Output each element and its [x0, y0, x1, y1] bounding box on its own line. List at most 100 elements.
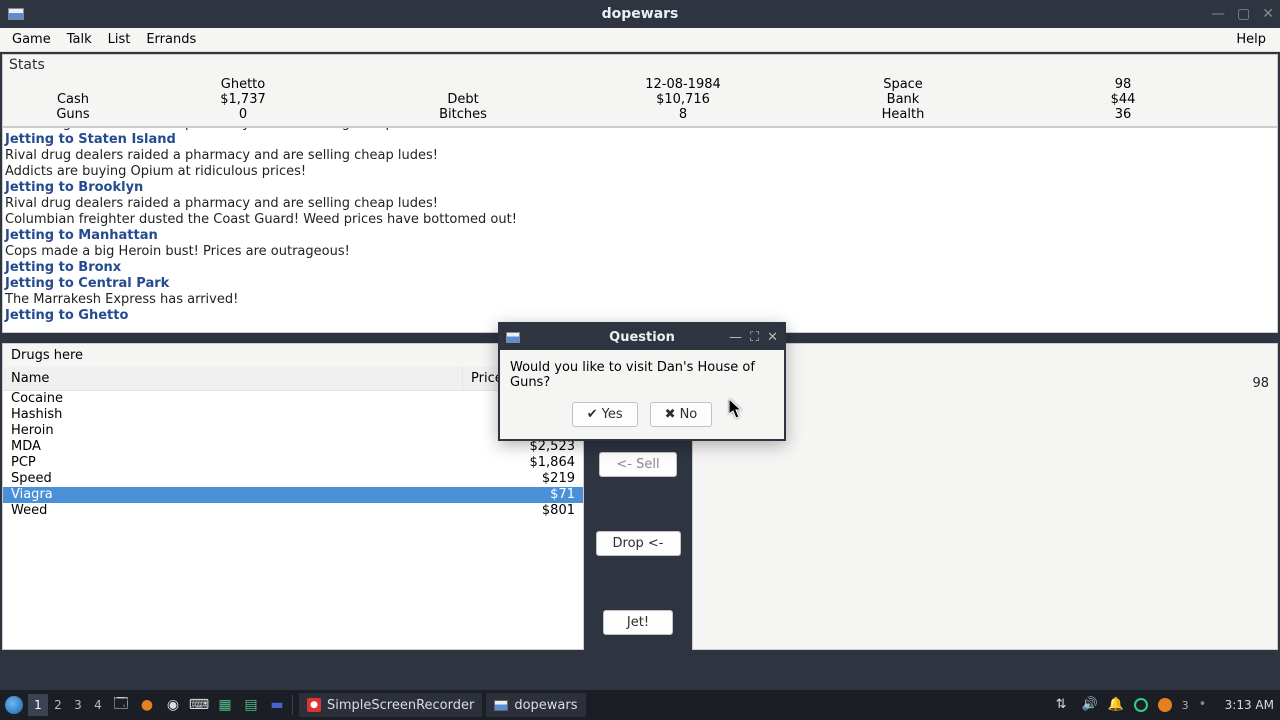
- stats-space: 98: [1023, 77, 1223, 92]
- menu-game[interactable]: Game: [4, 29, 59, 50]
- cell-name: Heroin: [11, 423, 515, 439]
- sell-button[interactable]: <- Sell: [599, 452, 676, 477]
- cell-name: MDA: [11, 439, 515, 455]
- dialog-minimize-icon[interactable]: —: [729, 330, 742, 345]
- status-orange-icon[interactable]: [1158, 698, 1172, 712]
- table-row[interactable]: MDA$2,523: [3, 439, 583, 455]
- yes-button[interactable]: ✔ Yes: [572, 402, 638, 427]
- cell-price: $71: [515, 487, 575, 503]
- taskbar-files-icon[interactable]: 🗔: [108, 692, 134, 718]
- stats-date: 12-08-1984: [583, 77, 783, 92]
- cell-name: Speed: [11, 471, 515, 487]
- cell-price: $1,864: [515, 455, 575, 471]
- check-icon: ✔: [587, 407, 598, 422]
- stats-cash-label: Cash: [3, 92, 143, 107]
- window-title: dopewars: [602, 6, 679, 22]
- stats-debt: $10,716: [583, 92, 783, 107]
- status-green-icon[interactable]: [1134, 698, 1148, 712]
- window-icon: [8, 8, 24, 20]
- cell-name: Weed: [11, 503, 515, 519]
- event-log[interactable]: Rival drug dealers raided a pharmacy and…: [2, 127, 1278, 333]
- menu-help[interactable]: Help: [1228, 29, 1274, 50]
- col-name[interactable]: Name: [3, 367, 463, 390]
- jet-button[interactable]: Jet!: [603, 610, 673, 635]
- workspace-4[interactable]: 4: [88, 694, 108, 716]
- close-icon[interactable]: ✕: [1262, 6, 1274, 22]
- table-row[interactable]: Speed$219: [3, 471, 583, 487]
- workspace-1[interactable]: 1: [28, 694, 48, 716]
- stats-bank: $44: [1023, 92, 1223, 107]
- stats-health: 36: [1023, 107, 1223, 122]
- cell-name: Cocaine: [11, 391, 515, 407]
- stats-debt-label: Debt: [343, 92, 583, 107]
- taskbar-firefox-icon[interactable]: ●: [134, 692, 160, 718]
- dialog-close-icon[interactable]: ✕: [767, 330, 778, 345]
- log-line: The Marrakesh Express has arrived!: [5, 292, 1275, 308]
- start-button[interactable]: [0, 691, 28, 719]
- log-line: Jetting to Staten Island: [5, 132, 1275, 148]
- no-button[interactable]: ✖ No: [650, 402, 713, 427]
- inventory-count: 98: [1252, 376, 1269, 391]
- table-row[interactable]: Viagra$71: [3, 487, 583, 503]
- stats-title: Stats: [3, 55, 1277, 75]
- menu-errands[interactable]: Errands: [138, 29, 204, 50]
- cell-price: $801: [515, 503, 575, 519]
- stats-bitches: 8: [583, 107, 783, 122]
- taskbar-app1-icon[interactable]: ▦: [212, 692, 238, 718]
- log-line: Addicts are buying Opium at ridiculous p…: [5, 164, 1275, 180]
- notifications-icon[interactable]: [1108, 697, 1124, 713]
- stats-guns-label: Guns: [3, 107, 143, 122]
- workspace-2[interactable]: 2: [48, 694, 68, 716]
- table-row[interactable]: Heroin$8,692: [3, 423, 583, 439]
- window-controls: — ▢ ✕: [1211, 6, 1274, 22]
- task-dopewars[interactable]: dopewars: [486, 693, 585, 717]
- menubar: Game Talk List Errands Help: [0, 28, 1280, 52]
- table-row[interactable]: Weed$801: [3, 503, 583, 519]
- log-line: Columbian freighter dusted the Coast Gua…: [5, 212, 1275, 228]
- dopewars-task-icon: [494, 700, 508, 711]
- clock[interactable]: 3:13 AM: [1225, 698, 1274, 712]
- dialog-maximize-icon[interactable]: ⛶: [750, 330, 759, 345]
- log-line: Jetting to Manhattan: [5, 228, 1275, 244]
- log-line: Jetting to Brooklyn: [5, 180, 1275, 196]
- menu-list[interactable]: List: [100, 29, 139, 50]
- recorder-icon: ●: [307, 698, 321, 712]
- workspace-3[interactable]: 3: [68, 694, 88, 716]
- yes-label: Yes: [602, 407, 623, 422]
- task-dopewars-label: dopewars: [514, 698, 577, 713]
- dialog-text: Would you like to visit Dan's House of G…: [510, 360, 774, 390]
- tray-number: 3: [1182, 699, 1189, 712]
- taskbar-terminal-icon[interactable]: ⌨: [186, 692, 212, 718]
- task-recorder-label: SimpleScreenRecorder: [327, 698, 474, 713]
- question-dialog: Question — ⛶ ✕ Would you like to visit D…: [498, 322, 786, 441]
- table-row[interactable]: Hashish$209: [3, 407, 583, 423]
- taskbar-app2-icon[interactable]: ▤: [238, 692, 264, 718]
- dialog-icon: [506, 332, 520, 343]
- drugs-table[interactable]: Name Price CocaineHashish$209Heroin$8,69…: [3, 367, 583, 649]
- volume-icon[interactable]: [1082, 697, 1098, 713]
- table-row[interactable]: Cocaine: [3, 391, 583, 407]
- minimize-icon[interactable]: —: [1211, 6, 1225, 22]
- log-line: Jetting to Bronx: [5, 260, 1275, 276]
- no-label: No: [680, 407, 698, 422]
- more-icon[interactable]: [1199, 697, 1215, 713]
- dialog-titlebar[interactable]: Question — ⛶ ✕: [500, 324, 784, 350]
- taskbar-chrome-icon[interactable]: ◉: [160, 692, 186, 718]
- network-icon[interactable]: [1056, 697, 1072, 713]
- log-line: Cops made a big Heroin bust! Prices are …: [5, 244, 1275, 260]
- system-tray: 3 3:13 AM: [1056, 697, 1274, 713]
- table-header: Name Price: [3, 367, 583, 391]
- stats-space-label: Space: [783, 77, 1023, 92]
- window-titlebar: dopewars — ▢ ✕: [0, 0, 1280, 28]
- dialog-title: Question: [609, 330, 675, 345]
- stats-panel: Stats Ghetto 12-08-1984 Space 98 Cash $1…: [2, 54, 1278, 127]
- menu-talk[interactable]: Talk: [59, 29, 100, 50]
- maximize-icon[interactable]: ▢: [1237, 6, 1250, 22]
- stats-health-label: Health: [783, 107, 1023, 122]
- task-simplescreenrecorder[interactable]: ● SimpleScreenRecorder: [299, 693, 482, 717]
- table-row[interactable]: PCP$1,864: [3, 455, 583, 471]
- cell-name: Hashish: [11, 407, 515, 423]
- drop-button[interactable]: Drop <-: [596, 531, 681, 556]
- taskbar-app3-icon[interactable]: ▬: [264, 692, 290, 718]
- stats-bank-label: Bank: [783, 92, 1023, 107]
